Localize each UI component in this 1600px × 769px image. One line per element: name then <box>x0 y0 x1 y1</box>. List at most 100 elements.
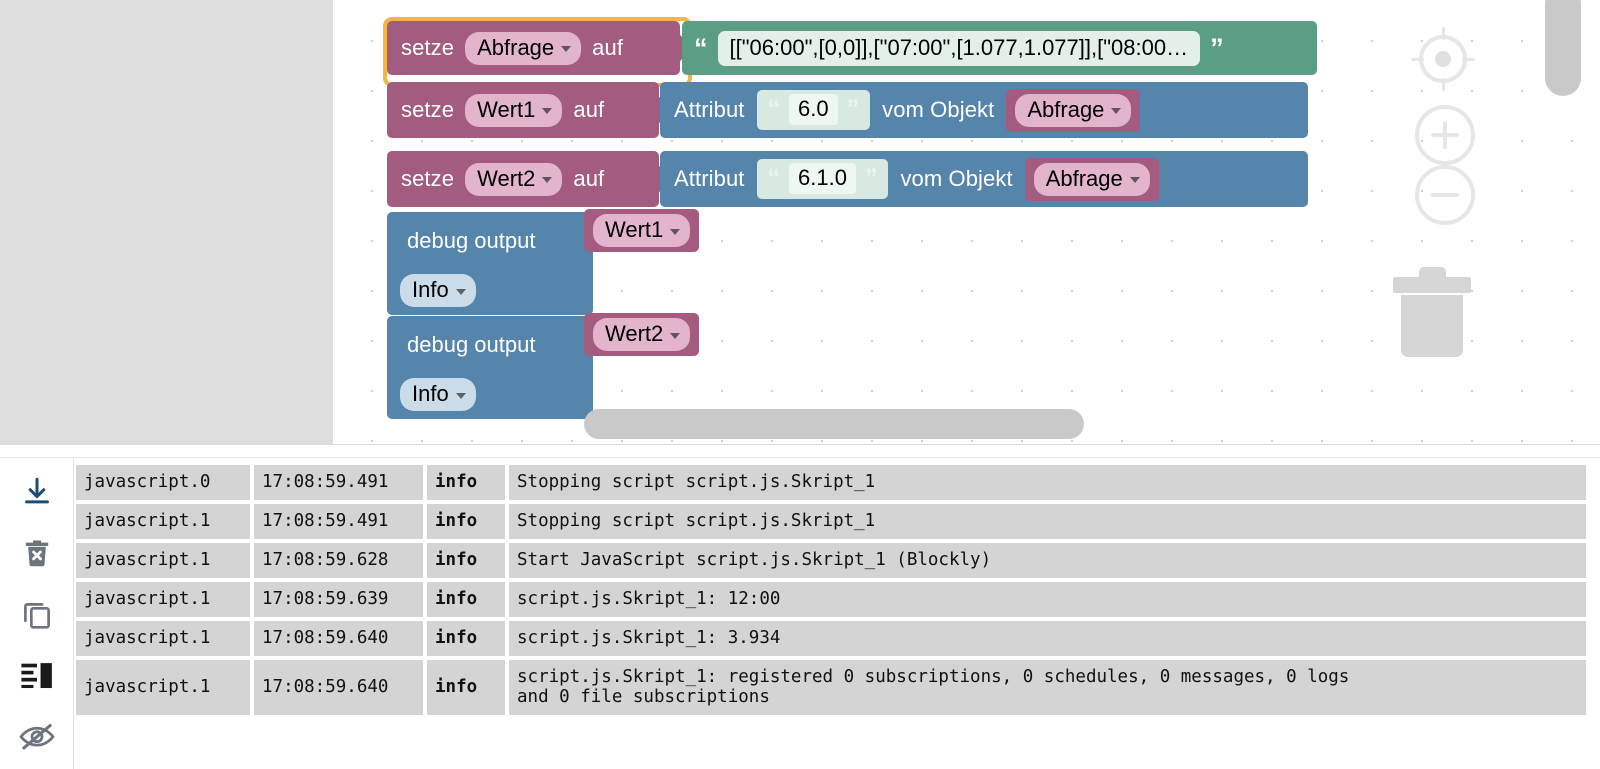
log-message: script.js.Skript_1: 3.934 <box>509 621 1586 656</box>
variable-dropdown-abfrage[interactable]: Abfrage <box>1015 93 1132 127</box>
severity-value: Info <box>412 277 449 302</box>
chevron-down-icon <box>561 46 572 52</box>
attribute-path-field[interactable]: 6.0 <box>789 94 838 125</box>
variable-dropdown-wert1[interactable]: Wert1 <box>465 93 563 127</box>
block-set-variable-wert2[interactable]: setze Wert2 auf <box>387 151 659 207</box>
log-source: javascript.1 <box>76 582 250 617</box>
log-row[interactable]: javascript.1 17:08:59.639 info script.js… <box>76 582 1586 617</box>
log-row[interactable]: javascript.1 17:08:59.640 info script.js… <box>76 621 1586 656</box>
log-row[interactable]: javascript.1 17:08:59.628 info Start Jav… <box>76 543 1586 578</box>
variable-name: Abfrage <box>477 34 555 60</box>
log-level: info <box>427 504 505 539</box>
download-log-button[interactable] <box>17 472 57 512</box>
severity-value: Info <box>412 381 449 406</box>
log-toolbar <box>0 458 74 769</box>
block-connector-auf: auf <box>592 35 624 60</box>
trash-x-icon <box>25 540 48 567</box>
quote-open-icon: “ <box>694 32 708 63</box>
variable-dropdown-wert2[interactable]: Wert2 <box>465 162 563 196</box>
log-row[interactable]: javascript.0 17:08:59.491 info Stopping … <box>76 465 1586 500</box>
clear-log-button[interactable] <box>17 533 57 573</box>
block-keyword-setze: setze <box>401 97 455 122</box>
object-label: vom Objekt <box>882 97 995 122</box>
variable-name: Wert1 <box>477 96 536 122</box>
block-keyword-setze: setze <box>401 166 455 191</box>
variable-name: Wert1 <box>605 217 664 242</box>
attribute-path-string[interactable]: “ 6.0 ” <box>756 90 871 130</box>
attribute-path-field[interactable]: 6.1.0 <box>789 163 856 194</box>
log-source: javascript.1 <box>76 621 250 656</box>
severity-dropdown-1[interactable]: Info <box>400 274 476 307</box>
log-level: info <box>427 465 505 500</box>
blockly-canvas[interactable]: setze Abfrage auf “ [["06:00",[0,0]],["0… <box>333 0 1600 444</box>
log-panel: javascript.0 17:08:59.491 info Stopping … <box>0 444 1600 769</box>
log-source: javascript.1 <box>76 504 250 539</box>
center-workspace-button[interactable] <box>1411 27 1475 91</box>
log-source: javascript.1 <box>76 660 250 715</box>
severity-dropdown-2[interactable]: Info <box>400 378 476 411</box>
quote-open-icon: “ <box>767 164 781 192</box>
quote-close-icon: ” <box>1210 32 1224 63</box>
log-level: info <box>427 660 505 715</box>
log-row[interactable]: javascript.1 17:08:59.640 info script.js… <box>76 660 1586 715</box>
chevron-down-icon <box>1111 108 1122 114</box>
blockly-workspace[interactable]: setze Abfrage auf “ [["06:00",[0,0]],["0… <box>0 0 1600 444</box>
block-variable-wert1-ref[interactable]: Wert1 <box>584 209 700 252</box>
variable-dropdown-wert1[interactable]: Wert1 <box>593 214 691 247</box>
zoom-in-button[interactable] <box>1415 105 1475 165</box>
variable-dropdown-abfrage[interactable]: Abfrage <box>1033 162 1150 196</box>
log-timestamp: 17:08:59.640 <box>254 660 423 715</box>
log-divider <box>0 457 1600 458</box>
list-layout-icon <box>20 663 52 689</box>
variable-name: Wert2 <box>477 165 536 191</box>
toolbox-flyout[interactable] <box>0 0 334 444</box>
block-set-variable-wert1[interactable]: setze Wert1 auf <box>387 82 659 138</box>
attribute-path-string[interactable]: “ 6.1.0 ” <box>756 159 889 199</box>
block-variable-abfrage-ref-1[interactable]: Abfrage <box>1006 88 1141 132</box>
log-timestamp: 17:08:59.628 <box>254 543 423 578</box>
canvas-horizontal-scrollbar[interactable] <box>584 409 1084 439</box>
copy-icon <box>23 603 50 629</box>
log-table: javascript.0 17:08:59.491 info Stopping … <box>76 465 1586 719</box>
quote-close-icon: ” <box>846 95 860 123</box>
block-debug-output-1[interactable]: debug output Info <box>387 212 593 315</box>
chevron-down-icon <box>1129 177 1140 183</box>
block-attribute-of-object-1[interactable]: Attribut “ 6.0 ” vom Objekt Abfrage <box>660 82 1308 138</box>
text-value-field[interactable]: [["06:00",[0,0]],["07:00",[1.077,1.077]]… <box>717 30 1201 66</box>
block-debug-output-2[interactable]: debug output Info <box>387 316 593 419</box>
variable-name: Abfrage <box>1045 165 1123 191</box>
variable-dropdown-wert2[interactable]: Wert2 <box>593 318 691 351</box>
block-variable-abfrage-ref-2[interactable]: Abfrage <box>1024 157 1159 201</box>
variable-dropdown-abfrage[interactable]: Abfrage <box>465 31 582 65</box>
log-message: script.js.Skript_1: registered 0 subscri… <box>509 660 1586 715</box>
attribute-label: Attribut <box>674 166 745 191</box>
workspace-trashcan[interactable] <box>1393 267 1471 357</box>
zoom-out-button[interactable] <box>1415 165 1475 225</box>
hide-log-button[interactable] <box>17 716 57 756</box>
log-level: info <box>427 582 505 617</box>
block-attribute-of-object-2[interactable]: Attribut “ 6.1.0 ” vom Objekt Abfrage <box>660 151 1308 207</box>
log-message: Start JavaScript script.js.Skript_1 (Blo… <box>509 543 1586 578</box>
chevron-down-icon <box>670 332 681 339</box>
debug-output-label: debug output <box>407 228 536 253</box>
blockly-script-editor: setze Abfrage auf “ [["06:00",[0,0]],["0… <box>0 0 1600 769</box>
block-set-variable-abfrage[interactable]: setze Abfrage auf <box>387 21 680 75</box>
log-message: script.js.Skript_1: 12:00 <box>509 582 1586 617</box>
canvas-vertical-scrollbar[interactable] <box>1545 0 1581 96</box>
variable-name: Wert2 <box>605 321 664 346</box>
eye-off-icon <box>18 723 55 750</box>
layout-log-button[interactable] <box>17 655 57 695</box>
minus-circle-icon <box>1431 193 1459 197</box>
chevron-down-icon <box>455 288 466 295</box>
log-timestamp: 17:08:59.491 <box>254 465 423 500</box>
log-source: javascript.0 <box>76 465 250 500</box>
variable-name: Abfrage <box>1027 96 1105 122</box>
copy-log-button[interactable] <box>17 594 57 634</box>
block-text-string[interactable]: “ [["06:00",[0,0]],["07:00",[1.077,1.077… <box>682 21 1317 75</box>
log-message: Stopping script script.js.Skript_1 <box>509 504 1586 539</box>
log-source: javascript.1 <box>76 543 250 578</box>
block-keyword-setze: setze <box>401 35 455 60</box>
log-row[interactable]: javascript.1 17:08:59.491 info Stopping … <box>76 504 1586 539</box>
crosshair-target-icon <box>1435 51 1451 67</box>
block-variable-wert2-ref[interactable]: Wert2 <box>584 313 700 356</box>
